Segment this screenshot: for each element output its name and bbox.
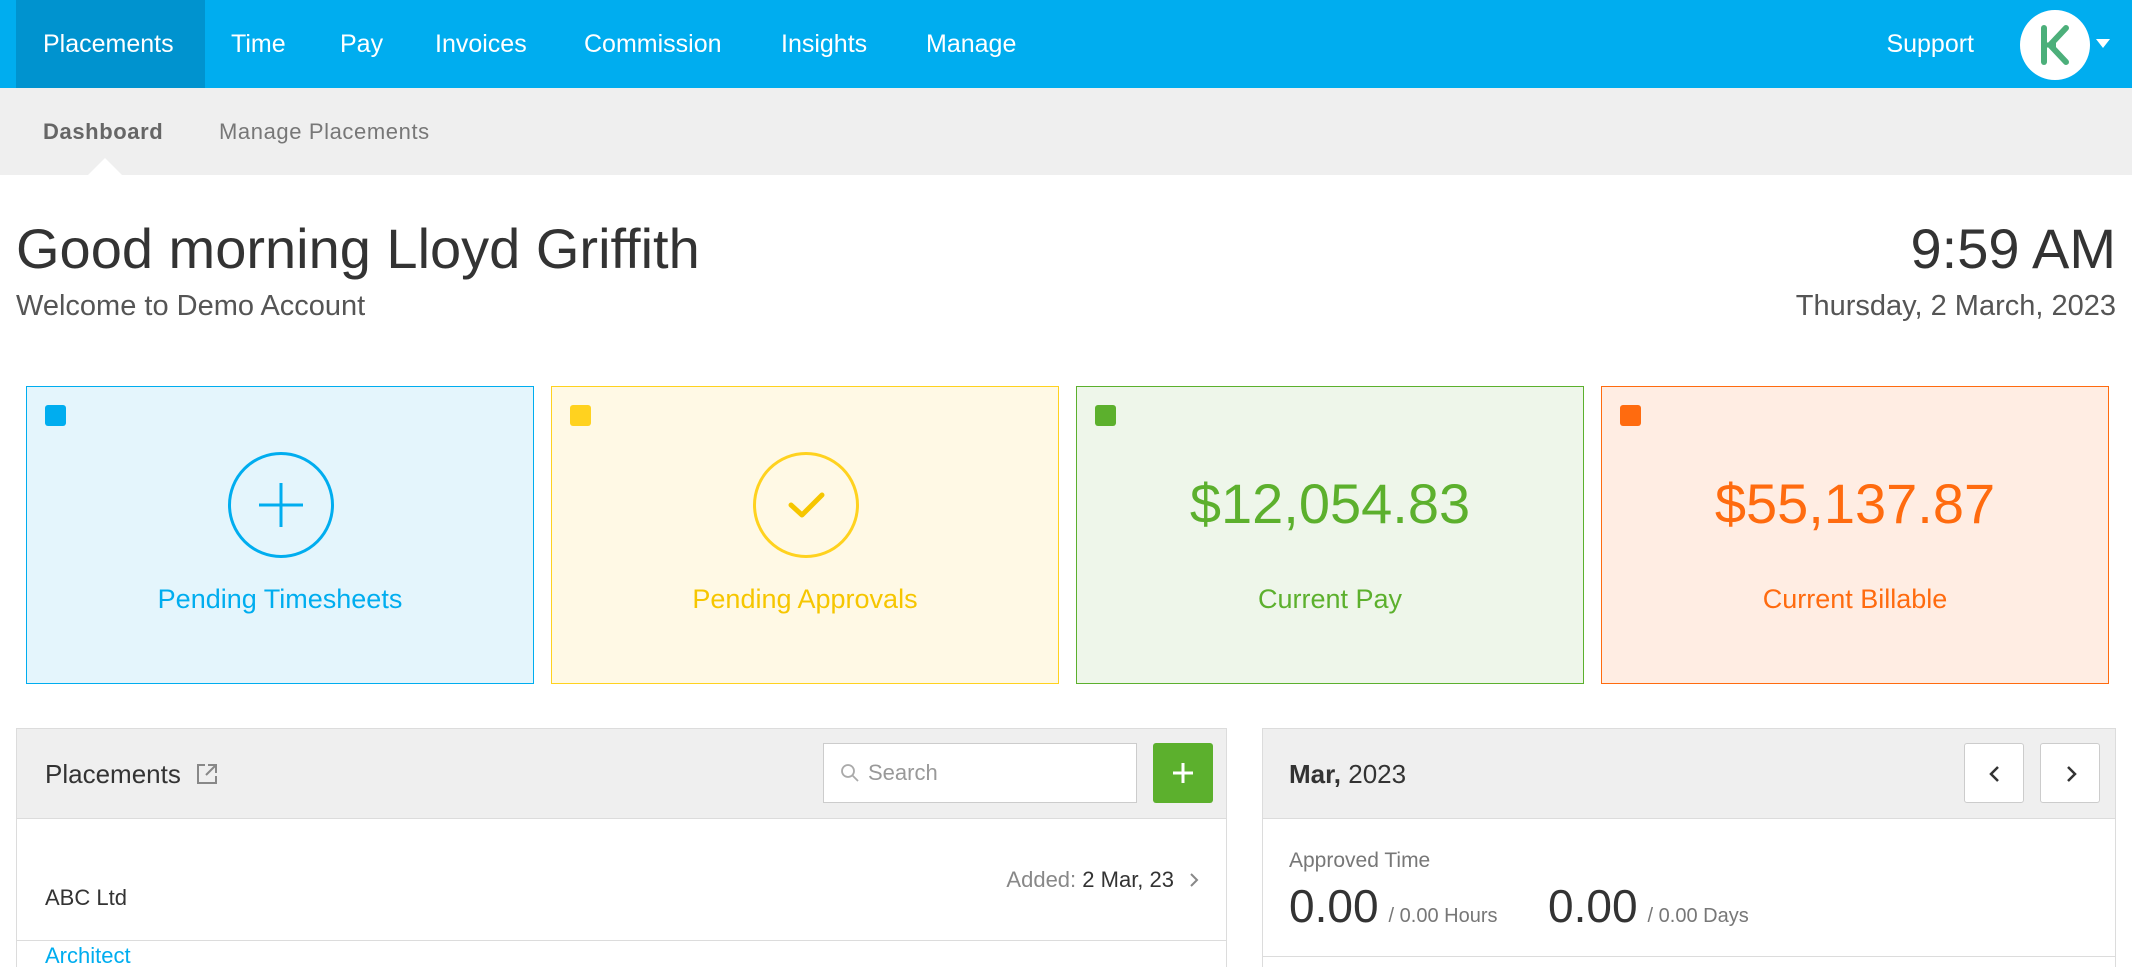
month-name: Mar, [1289,759,1342,789]
card-indicator [1095,405,1116,426]
panel-title: Placements [45,759,181,789]
placement-added: Added: 2 Mar, 23 [1006,867,1174,893]
approved-days: 0.00 / 0.00 Days [1548,879,1749,933]
card-label: Current Billable [1762,584,1948,614]
current-date: Thursday, 2 March, 2023 [1795,290,2116,322]
next-month-button[interactable] [2040,743,2100,803]
search-input[interactable] [868,744,1128,802]
external-link-icon[interactable] [195,762,219,786]
card-indicator [45,405,66,426]
pending-approvals-card[interactable]: Pending Approvals [551,386,1059,684]
chevron-right-icon [2067,766,2077,782]
welcome-subtitle: Welcome to Demo Account [16,290,366,322]
search-icon [841,764,859,782]
tab-pay[interactable]: Pay [340,0,383,88]
card-amount: $55,137.87 [1714,472,1996,535]
added-date: 2 Mar, 23 [1082,867,1174,892]
days-value: 0.00 [1548,880,1638,932]
card-amount: $12,054.83 [1189,472,1471,535]
pending-timesheets-card[interactable]: Pending Timesheets [26,386,534,684]
approved-time-label: Approved Time [1289,849,1431,872]
tab-insights[interactable]: Insights [781,0,867,88]
tab-time[interactable]: Time [231,0,286,88]
card-label: Pending Timesheets [157,584,403,614]
card-indicator [570,405,591,426]
avatar[interactable] [2020,10,2090,80]
greeting-title: Good morning Lloyd Griffith [16,217,700,280]
plus-icon [228,452,334,558]
divider [1263,956,2115,957]
list-item[interactable]: Architect ABC Ltd Added: 2 Mar, 23 [17,819,1226,967]
previous-month-button[interactable] [1964,743,2024,803]
search-box[interactable] [823,743,1137,803]
panel-header: Mar, 2023 [1263,729,2115,819]
add-placement-button[interactable] [1153,743,1213,803]
company-logo-icon [2041,25,2069,65]
subtab-manage-placements[interactable]: Manage Placements [219,88,430,175]
month-title: Mar, 2023 [1289,729,1406,819]
placements-panel: Placements Architect ABC Ltd Added: 2 Ma… [16,728,1227,967]
card-label: Current Pay [1257,584,1403,614]
placement-company: ABC Ltd [45,885,127,910]
hours-total: / 0.00 Hours [1388,905,1498,927]
panel-header: Placements [17,729,1226,819]
tab-manage[interactable]: Manage [926,0,1016,88]
current-billable-card[interactable]: $55,137.87 Current Billable [1601,386,2109,684]
current-time: 9:59 AM [1910,217,2116,280]
chevron-right-icon [1190,873,1199,887]
approved-hours: 0.00 / 0.00 Hours [1289,879,1497,933]
year: 2023 [1348,759,1407,789]
plus-icon [1173,763,1193,783]
time-summary-panel: Mar, 2023 Approved Time 0.00 / 0.00 Hours… [1262,728,2116,967]
current-pay-card[interactable]: $12,054.83 Current Pay [1076,386,1584,684]
chevron-down-icon[interactable] [2096,39,2110,48]
tab-placements[interactable]: Placements [16,0,205,88]
card-indicator [1620,405,1641,426]
placement-role-link[interactable]: Architect [45,943,131,967]
tab-invoices[interactable]: Invoices [435,0,527,88]
days-total: / 0.00 Days [1647,905,1749,927]
check-icon [753,452,859,558]
card-label: Pending Approvals [692,584,918,614]
chevron-left-icon [1989,766,1999,782]
tab-commission[interactable]: Commission [584,0,722,88]
sub-navigation: Dashboard Manage Placements [0,88,2132,175]
added-label: Added: [1006,867,1077,892]
support-link[interactable]: Support [1886,0,1974,88]
hours-value: 0.00 [1289,880,1379,932]
active-pointer [88,158,122,175]
top-navigation: Placements Time Pay Invoices Commission … [0,0,2132,88]
